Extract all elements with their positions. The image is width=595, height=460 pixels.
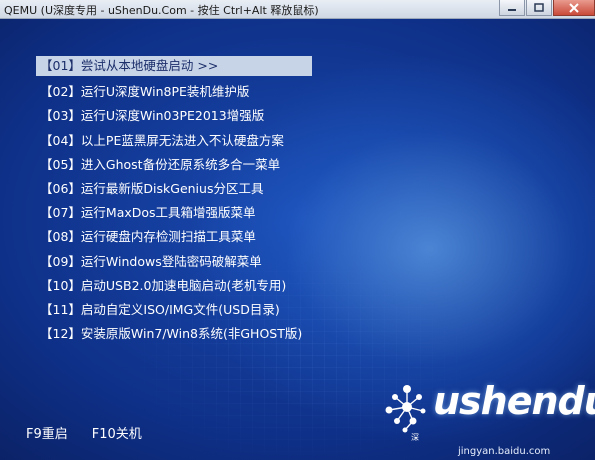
menu-item-10[interactable]: 【10】启动USB2.0加速电脑启动(老机专用) <box>36 274 312 298</box>
logo-text: ushendu <box>433 379 595 423</box>
menu-item-07[interactable]: 【07】运行MaxDos工具箱增强版菜单 <box>36 201 312 225</box>
menu-item-05[interactable]: 【05】进入Ghost备份还原系统多合一菜单 <box>36 153 312 177</box>
ushendu-logo-icon <box>385 385 426 433</box>
menu-item-label: 【01】尝试从本地硬盘启动 >> <box>40 58 219 73</box>
window-titlebar[interactable]: QEMU (U深度专用 - uShenDu.Com - 按住 Ctrl+Alt … <box>0 0 595 19</box>
menu-item-label: 【05】进入Ghost备份还原系统多合一菜单 <box>40 156 281 172</box>
menu-item-label: 【12】安装原版Win7/Win8系统(非GHOST版) <box>40 326 303 342</box>
menu-item-03[interactable]: 【03】运行U深度Win03PE2013增强版 <box>36 104 312 128</box>
f10-shutdown-key[interactable]: F10关机 <box>92 423 142 442</box>
function-key-bar: F9重启 F10关机 <box>26 423 142 442</box>
menu-item-12[interactable]: 【12】安装原版Win7/Win8系统(非GHOST版) <box>36 322 312 346</box>
menu-item-06[interactable]: 【06】运行最新版DiskGenius分区工具 <box>36 177 312 201</box>
menu-item-label: 【10】启动USB2.0加速电脑启动(老机专用) <box>40 277 287 293</box>
menu-item-04[interactable]: 【04】以上PE蓝黑屏无法进入不认硬盘方案 <box>36 129 312 153</box>
menu-item-label: 【08】运行硬盘内存检测扫描工具菜单 <box>40 229 256 245</box>
menu-item-label: 【03】运行U深度Win03PE2013增强版 <box>40 108 265 124</box>
ushendu-logo: ushendu 深 <box>383 379 595 449</box>
menu-item-11[interactable]: 【11】启动自定义ISO/IMG文件(USD目录) <box>36 298 312 322</box>
logo-subtitle: 深 <box>411 433 419 442</box>
menu-item-02[interactable]: 【02】运行U深度Win8PE装机维护版 <box>36 80 312 104</box>
menu-item-label: 【11】启动自定义ISO/IMG文件(USD目录) <box>40 301 280 317</box>
menu-item-label: 【07】运行MaxDos工具箱增强版菜单 <box>40 205 256 221</box>
close-icon <box>569 2 579 13</box>
minimize-button[interactable] <box>499 0 525 16</box>
menu-item-label: 【02】运行U深度Win8PE装机维护版 <box>40 84 250 100</box>
menu-item-09[interactable]: 【09】运行Windows登陆密码破解菜单 <box>36 250 312 274</box>
boot-menu: 【01】尝试从本地硬盘启动 >> 【02】运行U深度Win8PE装机维护版 【0… <box>36 56 312 346</box>
close-button[interactable] <box>553 0 595 16</box>
maximize-button[interactable] <box>526 0 552 16</box>
menu-item-label: 【09】运行Windows登陆密码破解菜单 <box>40 253 262 269</box>
maximize-icon <box>534 3 544 12</box>
window-title: QEMU (U深度专用 - uShenDu.Com - 按住 Ctrl+Alt … <box>4 4 319 17</box>
minimize-icon <box>508 8 516 11</box>
boot-screen: 【01】尝试从本地硬盘启动 >> 【02】运行U深度Win8PE装机维护版 【0… <box>0 19 595 460</box>
watermark-text: jingyan.baidu.com <box>458 446 551 457</box>
f9-restart-key[interactable]: F9重启 <box>26 423 68 442</box>
window-controls <box>498 0 595 18</box>
menu-item-label: 【04】以上PE蓝黑屏无法进入不认硬盘方案 <box>40 132 284 148</box>
menu-item-label: 【06】运行最新版DiskGenius分区工具 <box>40 180 264 196</box>
menu-item-01[interactable]: 【01】尝试从本地硬盘启动 >> <box>36 56 312 76</box>
menu-item-08[interactable]: 【08】运行硬盘内存检测扫描工具菜单 <box>36 225 312 249</box>
